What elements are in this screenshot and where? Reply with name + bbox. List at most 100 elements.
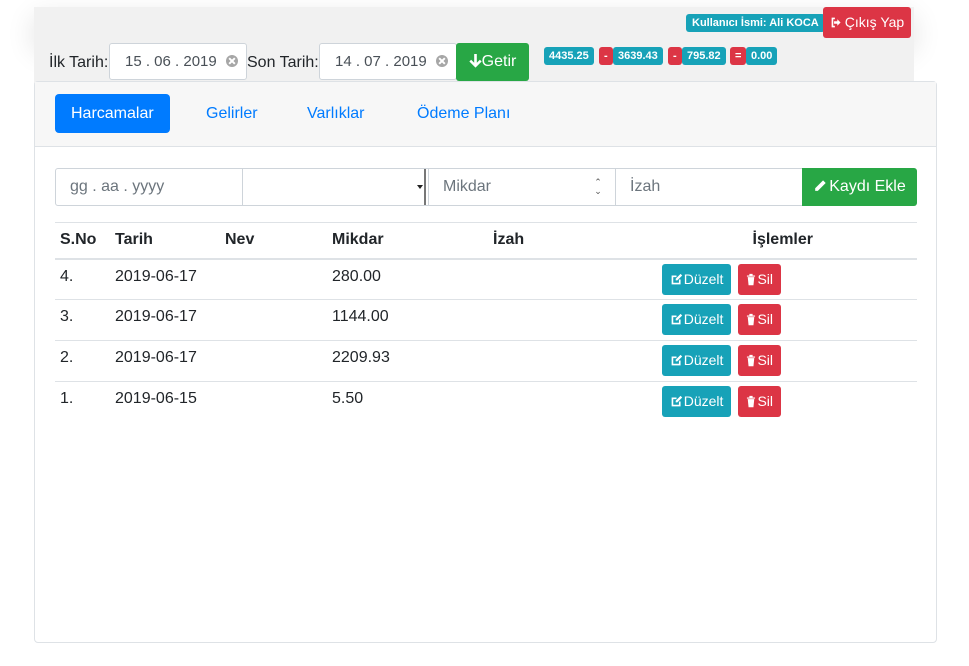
col-header-note: İzah	[488, 222, 638, 260]
delete-label: Sil	[757, 393, 773, 409]
fetch-label: Getir	[481, 53, 517, 70]
table-row: 3. 2019-06-17 1144.00 Düzelt Sil	[55, 299, 917, 341]
sign-out-icon	[831, 17, 841, 28]
end-date-input[interactable]: 14 . 07 . 2019	[319, 43, 457, 80]
cell-sno: 3.	[55, 299, 110, 341]
edit-button[interactable]: Düzelt	[661, 345, 732, 376]
cell-actions: Düzelt Sil	[638, 258, 917, 300]
delete-button[interactable]: Sil	[738, 263, 781, 295]
fetch-button[interactable]: Getir	[456, 43, 529, 81]
add-record-label: Kaydı Ekle	[829, 178, 906, 195]
cell-date: 2019-06-17	[110, 299, 220, 341]
chevron-down-icon	[416, 169, 426, 205]
tab-bar: Harcamalar Gelirler Varlıklar Ödeme Plan…	[35, 82, 936, 147]
date-input[interactable]: gg . aa . yyyy	[55, 168, 243, 206]
trash-icon	[747, 395, 756, 408]
cell-sno: 2.	[55, 340, 110, 382]
start-date-value: 15 . 06 . 2019	[125, 53, 217, 70]
table-row: 2. 2019-06-17 2209.93 Düzelt Sil	[55, 340, 917, 382]
delete-button[interactable]: Sil	[738, 386, 781, 417]
delete-button[interactable]: Sil	[738, 304, 781, 335]
expense-badge: 3639.43	[613, 47, 663, 65]
col-header-sno: S.No	[55, 222, 110, 260]
trash-icon	[747, 313, 756, 326]
cell-amount: 5.50	[332, 390, 364, 407]
edit-label: Düzelt	[683, 270, 724, 287]
assets-badge: 795.82	[682, 47, 726, 65]
note-placeholder: İzah	[630, 178, 661, 195]
edit-button[interactable]: Düzelt	[661, 304, 732, 335]
income-badge: 4435.25	[544, 47, 594, 65]
cell-date: 2019-06-15	[115, 390, 197, 407]
expenses-table: S.No Tarih Nev Mikdar İzah İşlemler 4. 2…	[55, 222, 917, 423]
clear-icon[interactable]	[226, 55, 238, 67]
col-header-date: Tarih	[110, 222, 220, 260]
table-row: 1. 2019-06-15 5.50 Düzelt Sil	[55, 382, 917, 423]
edit-icon	[671, 354, 682, 366]
logout-label: Çıkış Yap	[844, 14, 905, 30]
add-record-button[interactable]: Kaydı Ekle	[802, 168, 917, 206]
cell-date: 2019-06-17	[110, 340, 220, 382]
arrow-down-icon	[469, 54, 482, 68]
tab-gelirler[interactable]: Gelirler	[190, 94, 274, 133]
delete-label: Sil	[757, 311, 773, 327]
note-input[interactable]: İzah	[615, 168, 803, 206]
type-select[interactable]	[242, 168, 429, 206]
tab-varliklar[interactable]: Varlıklar	[291, 94, 381, 133]
cell-sno: 1.	[60, 390, 74, 407]
cell-type	[220, 382, 327, 423]
edit-button[interactable]: Düzelt	[661, 263, 732, 295]
delete-button[interactable]: Sil	[738, 345, 781, 376]
date-placeholder: gg . aa . yyyy	[70, 178, 165, 195]
main-card: Harcamalar Gelirler Varlıklar Ödeme Plan…	[34, 81, 937, 643]
trash-icon	[747, 354, 756, 367]
cell-sno: 4.	[55, 258, 110, 300]
col-header-amount: Mikdar	[327, 222, 488, 260]
equals-badge: =	[730, 47, 747, 65]
end-date-label: Son Tarih:	[247, 54, 319, 71]
col-header-actions: İşlemler	[638, 222, 917, 260]
cell-note	[488, 382, 638, 423]
minus-badge: -	[599, 47, 613, 65]
delete-label: Sil	[757, 270, 773, 287]
edit-label: Düzelt	[683, 352, 724, 368]
cell-date: 2019-06-17	[110, 258, 220, 300]
trash-icon	[747, 273, 756, 285]
pencil-icon	[814, 180, 826, 192]
cell-actions: Düzelt Sil	[638, 340, 917, 382]
spinner-icon[interactable]: ⌃ ⌄	[593, 178, 603, 196]
end-date-value: 14 . 07 . 2019	[335, 53, 427, 70]
col-header-type: Nev	[220, 222, 327, 260]
edit-label: Düzelt	[683, 311, 724, 327]
username-badge: Kullanıcı İsmi: Ali KOCA	[686, 14, 825, 32]
balance-badge: 0.00	[746, 47, 778, 65]
cell-amount: 1144.00	[327, 299, 488, 341]
amount-input[interactable]: Mikdar ⌃ ⌄	[428, 168, 616, 206]
edit-icon	[671, 313, 682, 325]
clear-icon[interactable]	[436, 55, 448, 67]
edit-button[interactable]: Düzelt	[661, 386, 732, 417]
cell-note	[488, 340, 638, 382]
cell-type	[220, 340, 327, 382]
tab-harcamalar[interactable]: Harcamalar	[55, 94, 170, 133]
edit-label: Düzelt	[683, 393, 724, 409]
cell-type	[220, 258, 327, 300]
cell-amount: 280.00	[327, 258, 488, 300]
tab-odeme-plani[interactable]: Ödeme Planı	[401, 94, 526, 133]
table-header-row: S.No Tarih Nev Mikdar İzah İşlemler	[55, 222, 917, 260]
cell-actions: Düzelt Sil	[638, 382, 917, 423]
cell-type	[220, 299, 327, 341]
minus-badge: -	[668, 47, 682, 65]
start-date-input[interactable]: 15 . 06 . 2019	[109, 43, 247, 80]
logout-button[interactable]: Çıkış Yap	[823, 7, 911, 38]
start-date-label: İlk Tarih:	[49, 54, 109, 71]
cell-note	[488, 299, 638, 341]
cell-amount: 2209.93	[327, 340, 488, 382]
cell-note	[488, 258, 638, 300]
edit-icon	[671, 395, 682, 407]
cell-actions: Düzelt Sil	[638, 299, 917, 341]
table-row: 4. 2019-06-17 280.00 Düzelt Sil	[55, 258, 917, 300]
edit-icon	[671, 273, 682, 284]
delete-label: Sil	[757, 352, 773, 368]
amount-placeholder: Mikdar	[443, 178, 492, 195]
